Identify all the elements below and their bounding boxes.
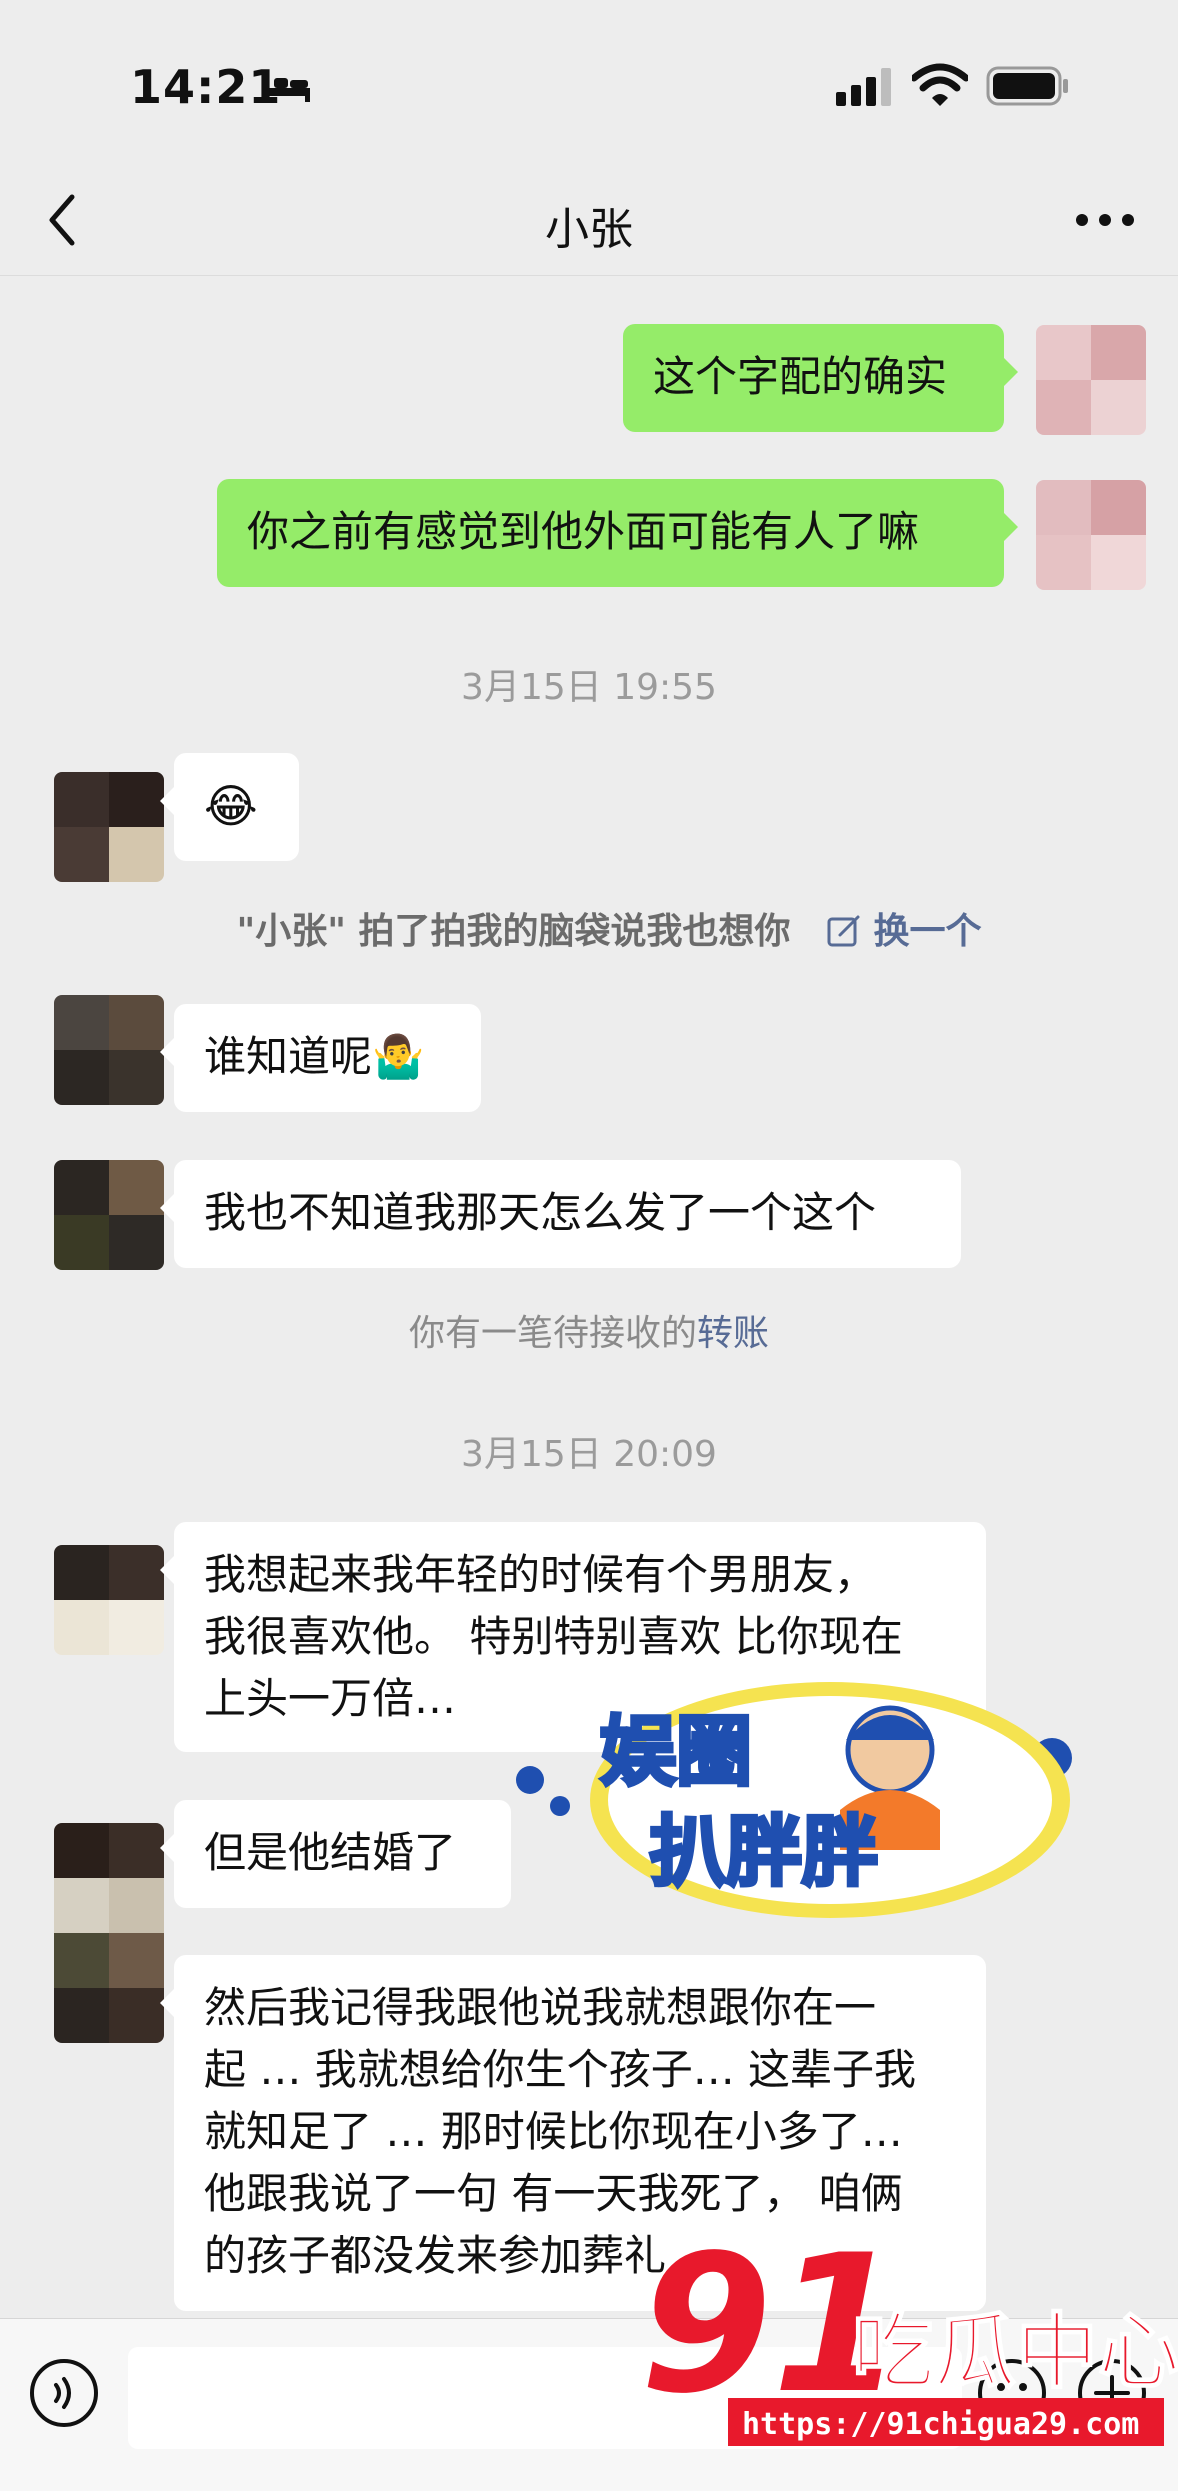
battery-icon (986, 66, 1068, 106)
watermark-url: https://91chigua29.com (742, 2407, 1139, 2442)
contact-avatar[interactable] (54, 1160, 164, 1270)
signal-icon (836, 68, 891, 106)
transfer-text: 你有一笔待接收的 (408, 1313, 697, 1354)
contact-avatar[interactable] (54, 1823, 164, 2043)
svg-text:娱圈: 娱圈 (600, 1707, 752, 1796)
voice-input-icon[interactable] (28, 2357, 100, 2429)
svg-text:扒胖胖: 扒胖胖 (650, 1807, 878, 1896)
outgoing-message[interactable]: 这个字配的确实 (623, 324, 1018, 432)
sleep-focus-icon (264, 74, 310, 102)
contact-avatar[interactable] (54, 1545, 164, 1655)
my-avatar[interactable] (1036, 325, 1146, 435)
wifi-icon (912, 63, 968, 106)
pat-change-link[interactable]: 换一个 (873, 911, 981, 952)
transfer-link[interactable]: 转账 (697, 1313, 769, 1354)
edit-icon[interactable] (826, 913, 862, 949)
site-watermark: 91 吃瓜中心 https://91chigua29.com (640, 2230, 1178, 2470)
transfer-notice: 你有一笔待接收的转账 (0, 1304, 1178, 1356)
outgoing-message[interactable]: 你之前有感觉到他外面可能有人了嘛 (217, 479, 1018, 587)
incoming-message[interactable]: 😂 (160, 753, 299, 861)
site-watermark-logo: 91 吃瓜中心 https://91chigua29.com (640, 2230, 1178, 2446)
pat-text: "小张" 拍了拍我的脑袋说我也想你 (236, 911, 791, 952)
entertainment-watermark-logo: 娱圈 扒胖胖 (516, 1682, 1072, 1918)
chat-header: 小张 (0, 165, 1178, 276)
incoming-message[interactable]: 我也不知道我那天怎么发了一个这个 (160, 1160, 961, 1268)
contact-avatar[interactable] (54, 995, 164, 1105)
status-time: 14:21 (130, 60, 282, 114)
my-avatar[interactable] (1036, 480, 1146, 590)
more-options-icon[interactable] (1070, 195, 1140, 245)
contact-avatar[interactable] (54, 772, 164, 882)
incoming-message[interactable]: 谁知道呢🤷‍♂️ (160, 1004, 481, 1112)
pat-notice: "小张" 拍了拍我的脑袋说我也想你 换一个 (40, 902, 1178, 954)
chat-title: 小张 (545, 204, 633, 255)
message-timestamp: 3月15日 20:09 (461, 1434, 717, 1475)
status-bar: 14:21 (0, 0, 1178, 165)
watermark-title: 吃瓜中心 (852, 2305, 1178, 2400)
incoming-message[interactable]: 但是他结婚了 (160, 1800, 511, 1908)
message-timestamp: 3月15日 19:55 (461, 667, 717, 708)
